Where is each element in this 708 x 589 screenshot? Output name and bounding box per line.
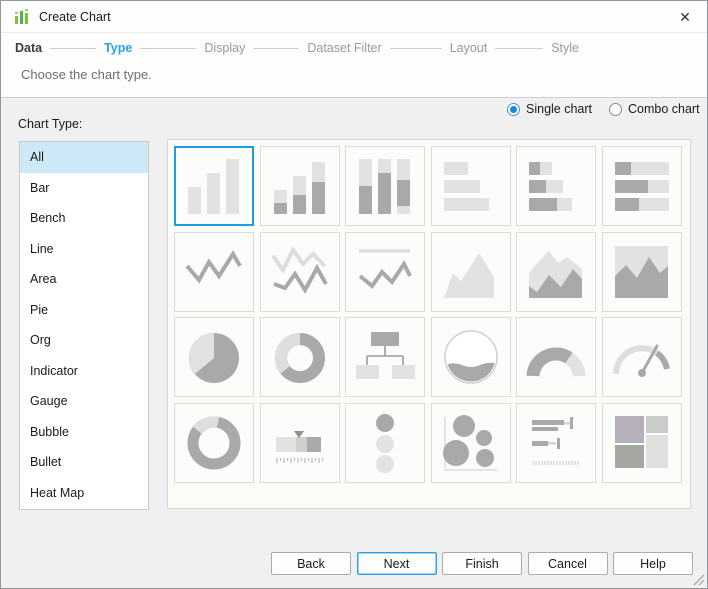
step-type[interactable]: Type xyxy=(104,41,132,55)
list-item-bubble[interactable]: Bubble xyxy=(20,417,148,448)
dialog-title: Create Chart xyxy=(39,10,111,24)
chart-thumbnail-donut[interactable] xyxy=(260,317,340,397)
bullet-chart-icon xyxy=(268,411,332,475)
chart-gallery-grid xyxy=(174,146,684,483)
stacked-horizontal-bar-chart-icon xyxy=(524,154,588,218)
org-chart-icon xyxy=(353,325,417,389)
stock-bullet-icon xyxy=(524,411,588,475)
chart-type-label: Chart Type: xyxy=(18,117,82,131)
bench-line-chart-icon xyxy=(353,240,417,304)
chart-thumbnail-bubble[interactable] xyxy=(431,403,511,483)
chart-thumbnail-multi-line[interactable] xyxy=(260,232,340,312)
pie-chart-icon xyxy=(182,325,246,389)
chart-thumbnail-pie[interactable] xyxy=(174,317,254,397)
list-item-area[interactable]: Area xyxy=(20,264,148,295)
step-separator xyxy=(390,48,442,49)
chart-thumbnail-liquid-gauge[interactable] xyxy=(431,317,511,397)
step-separator xyxy=(140,48,196,49)
chart-thumbnail-dot-indicator[interactable] xyxy=(345,403,425,483)
combo-chart-label: Combo chart xyxy=(628,102,700,116)
combo-chart-radio[interactable] xyxy=(609,103,622,116)
list-item-all[interactable]: All xyxy=(20,142,148,173)
step-separator xyxy=(253,48,299,49)
heat-map-icon xyxy=(610,411,674,475)
chart-thumbnail-line[interactable] xyxy=(174,232,254,312)
area-chart-icon xyxy=(439,240,503,304)
list-item-indicator[interactable]: Indicator xyxy=(20,356,148,387)
chart-thumbnail-percent-stacked-horizontal-bar[interactable] xyxy=(602,146,682,226)
chart-thumbnail-bench-line[interactable] xyxy=(345,232,425,312)
list-item-pie[interactable]: Pie xyxy=(20,295,148,326)
bubble-chart-icon xyxy=(439,411,503,475)
single-chart-radio-group[interactable]: Single chart xyxy=(507,101,592,117)
semi-gauge-icon xyxy=(524,325,588,389)
list-item-line[interactable]: Line xyxy=(20,234,148,265)
step-separator xyxy=(50,48,96,49)
chart-type-listbox[interactable]: All Bar Bench Line Area Pie Org Indicato… xyxy=(19,141,149,510)
create-chart-dialog: Create Chart ✕ Data Type Display Dataset… xyxy=(0,0,708,589)
chart-thumbnail-percent-stacked-bar[interactable] xyxy=(345,146,425,226)
dot-indicator-icon xyxy=(353,411,417,475)
chart-thumbnail-stock-bullet[interactable] xyxy=(516,403,596,483)
chart-thumbnail-org[interactable] xyxy=(345,317,425,397)
list-item-heat-map[interactable]: Heat Map xyxy=(20,478,148,509)
chart-thumbnail-stacked-area[interactable] xyxy=(516,232,596,312)
chart-thumbnail-ring[interactable] xyxy=(174,403,254,483)
chart-thumbnail-horizontal-bar[interactable] xyxy=(431,146,511,226)
list-item-bar[interactable]: Bar xyxy=(20,173,148,204)
chart-thumbnail-area[interactable] xyxy=(431,232,511,312)
single-chart-label: Single chart xyxy=(526,102,592,116)
titlebar[interactable]: Create Chart ✕ xyxy=(1,1,707,33)
chart-thumbnail-percent-stacked-area[interactable] xyxy=(602,232,682,312)
finish-button[interactable]: Finish xyxy=(442,552,522,575)
step-dataset-filter[interactable]: Dataset Filter xyxy=(307,41,381,55)
chart-bars-icon xyxy=(13,8,31,26)
back-button[interactable]: Back xyxy=(271,552,351,575)
next-button[interactable]: Next xyxy=(357,552,437,575)
chart-thumbnail-bar[interactable] xyxy=(174,146,254,226)
ring-chart-icon xyxy=(182,411,246,475)
percent-stacked-horizontal-bar-chart-icon xyxy=(610,154,674,218)
donut-chart-icon xyxy=(268,325,332,389)
percent-stacked-bar-chart-icon xyxy=(353,154,417,218)
wizard-subtitle: Choose the chart type. xyxy=(21,67,152,82)
combo-chart-radio-group[interactable]: Combo chart xyxy=(609,101,700,117)
step-display[interactable]: Display xyxy=(204,41,245,55)
single-chart-radio[interactable] xyxy=(507,103,520,116)
liquid-gauge-icon xyxy=(439,325,503,389)
chart-thumbnail-needle-gauge[interactable] xyxy=(602,317,682,397)
step-layout[interactable]: Layout xyxy=(450,41,488,55)
step-style[interactable]: Style xyxy=(551,41,579,55)
close-icon[interactable]: ✕ xyxy=(671,6,699,29)
chart-thumbnail-stacked-bar[interactable] xyxy=(260,146,340,226)
line-chart-icon xyxy=(182,240,246,304)
chart-thumbnail-stacked-horizontal-bar[interactable] xyxy=(516,146,596,226)
list-item-bench[interactable]: Bench xyxy=(20,203,148,234)
list-item-org[interactable]: Org xyxy=(20,325,148,356)
list-item-gauge[interactable]: Gauge xyxy=(20,386,148,417)
chart-gallery-panel xyxy=(167,139,691,509)
chart-thumbnail-bullet[interactable] xyxy=(260,403,340,483)
bar-chart-icon xyxy=(182,154,246,218)
step-separator xyxy=(495,48,543,49)
resize-grip[interactable] xyxy=(693,574,705,586)
percent-stacked-area-chart-icon xyxy=(610,240,674,304)
horizontal-bar-chart-icon xyxy=(439,154,503,218)
help-button[interactable]: Help xyxy=(613,552,693,575)
step-data[interactable]: Data xyxy=(15,41,42,55)
dialog-header: Create Chart ✕ Data Type Display Dataset… xyxy=(1,1,707,98)
wizard-steps: Data Type Display Dataset Filter Layout … xyxy=(15,35,579,61)
chart-thumbnail-semi-gauge[interactable] xyxy=(516,317,596,397)
chart-thumbnail-heat-map[interactable] xyxy=(602,403,682,483)
multi-line-chart-icon xyxy=(268,240,332,304)
cancel-button[interactable]: Cancel xyxy=(528,552,608,575)
needle-gauge-icon xyxy=(610,325,674,389)
stacked-area-chart-icon xyxy=(524,240,588,304)
list-item-bullet[interactable]: Bullet xyxy=(20,447,148,478)
stacked-bar-chart-icon xyxy=(268,154,332,218)
